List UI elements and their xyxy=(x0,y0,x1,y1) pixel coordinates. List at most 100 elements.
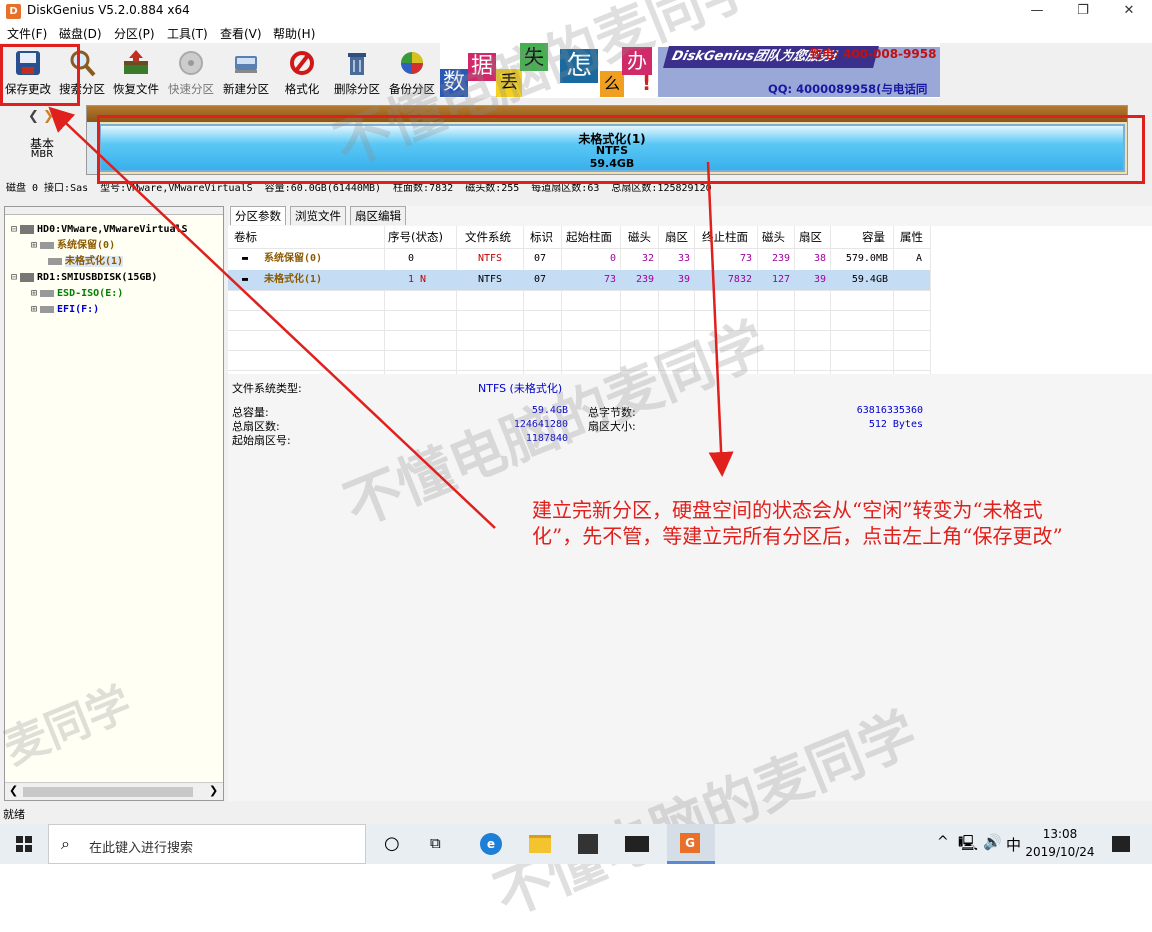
tree-item-hd0[interactable]: ⊟ HD0:VMware,VMwareVirtualS xyxy=(11,222,188,238)
format-label: 格式化 xyxy=(284,82,320,96)
delete-partition-button[interactable]: 删除分区 xyxy=(330,45,384,99)
tree-label: EFI(F:) xyxy=(57,304,100,315)
cell-start-head: 239 xyxy=(635,274,654,285)
format-button[interactable]: 格式化 xyxy=(275,45,329,99)
banner-char: 据 xyxy=(468,53,496,81)
tree-item-esd-iso[interactable]: ⊞ ESD-ISO(E:) xyxy=(31,286,123,302)
clock-time[interactable]: 13:08 xyxy=(1020,827,1100,841)
menu-view[interactable]: 查看(V) xyxy=(220,25,262,42)
cell-volume: 系统保留(0) xyxy=(264,253,323,264)
col-header[interactable]: 容量 xyxy=(862,229,885,245)
scroll-thumb[interactable] xyxy=(23,787,193,797)
cell-start-sector: 33 xyxy=(677,253,690,264)
delete-partition-label: 删除分区 xyxy=(334,82,380,96)
menu-tools[interactable]: 工具(T) xyxy=(167,25,208,42)
highlight-save-box xyxy=(0,44,80,106)
edge-icon[interactable]: e xyxy=(480,833,502,855)
col-header[interactable]: 扇区 xyxy=(799,229,822,245)
banner-char: 怎 xyxy=(560,49,598,83)
partition-icon: ▬ xyxy=(242,253,249,264)
backup-pie-icon xyxy=(401,52,423,74)
start-sector-label: 起始扇区号: xyxy=(232,434,291,447)
volume-icon[interactable]: 🔊 xyxy=(983,833,1002,851)
windows-logo-icon xyxy=(16,836,32,852)
app-logo-icon: D xyxy=(6,4,21,19)
cell-capacity: 59.4GB xyxy=(851,274,888,285)
recover-files-button[interactable]: 恢复文件 xyxy=(109,45,163,99)
cell-id: 07 xyxy=(534,274,547,285)
backup-partition-button[interactable]: 备份分区 xyxy=(385,45,439,99)
ime-indicator[interactable]: 中 xyxy=(1006,834,1021,855)
notification-center-icon[interactable] xyxy=(1112,836,1130,852)
col-header[interactable]: 终止柱面 xyxy=(702,229,748,245)
recover-box-icon xyxy=(124,50,148,74)
partition-table: 卷标 序号(状态) 文件系统 标识 起始柱面 磁头 扇区 终止柱面 磁头 扇区 … xyxy=(228,226,1152,374)
start-button[interactable] xyxy=(0,824,48,864)
banner-char: ! xyxy=(642,71,652,95)
tab-partition-params[interactable]: 分区参数 xyxy=(230,206,286,225)
horizontal-scrollbar[interactable]: ❮ ❯ xyxy=(5,782,223,800)
maximize-button[interactable]: ❐ xyxy=(1060,0,1106,23)
fs-type-label: 文件系统类型: xyxy=(232,382,302,395)
store-icon[interactable] xyxy=(578,834,598,854)
title-bar: D DiskGenius V5.2.0.884 x64 — ❐ ✕ xyxy=(0,0,1152,23)
new-partition-button[interactable]: 新建分区 xyxy=(219,45,273,99)
taskbar-search-box[interactable]: ⌕ 在此键入进行搜索 xyxy=(48,824,366,864)
quick-partition-icon xyxy=(179,51,203,75)
banner-char: 丢 xyxy=(496,69,522,97)
col-header[interactable]: 磁头 xyxy=(628,229,651,245)
col-header[interactable]: 标识 xyxy=(530,229,553,245)
total-bytes-value: 63816335360 xyxy=(856,405,923,416)
tree-item-rd1[interactable]: ⊟ RD1:SMIUSBDISK(15GB) xyxy=(11,270,157,286)
quick-partition-button[interactable]: 快速分区 xyxy=(164,45,218,99)
disk-type-mbr: MBR xyxy=(30,149,54,160)
col-header[interactable]: 属性 xyxy=(900,229,923,245)
scroll-left-icon[interactable]: ❮ xyxy=(9,784,18,797)
task-view-icon[interactable]: ⧉ xyxy=(430,834,441,852)
tree-item-unformatted[interactable]: 未格式化(1) xyxy=(45,254,124,270)
total-capacity-value: 59.4GB xyxy=(531,405,568,416)
disk-tree-pane: ⊟ HD0:VMware,VMwareVirtualS ⊞ 系统保留(0) 未格式化… xyxy=(4,206,224,801)
cortana-icon[interactable]: ○ xyxy=(384,833,400,854)
tab-sector-edit[interactable]: 扇区编辑 xyxy=(350,206,406,225)
col-header[interactable]: 文件系统 xyxy=(465,229,511,245)
sector-size-value: 512 Bytes xyxy=(868,419,923,430)
minimize-button[interactable]: — xyxy=(1014,0,1060,23)
scroll-right-icon[interactable]: ❯ xyxy=(209,784,218,797)
col-header[interactable]: 起始柱面 xyxy=(566,229,612,245)
mail-icon[interactable] xyxy=(625,836,649,852)
col-header[interactable]: 序号(状态) xyxy=(388,229,443,245)
promo-banner[interactable]: 数 据 丢 失 怎 么 办 ! DiskGenius团队为您服务! 致电: 40… xyxy=(440,43,940,98)
annotation-text: 建立完新分区，硬盘空间的状态会从“空闲”转变为“未格式化”，先不管，等建立完所有… xyxy=(532,498,1063,548)
menu-file[interactable]: 文件(F) xyxy=(7,25,47,42)
tab-browse-files[interactable]: 浏览文件 xyxy=(290,206,346,225)
clock-date[interactable]: 2019/10/24 xyxy=(1020,845,1100,859)
cell-start-head: 32 xyxy=(641,253,654,264)
close-button[interactable]: ✕ xyxy=(1106,0,1152,23)
cell-end-head: 239 xyxy=(771,253,790,264)
pane-splitter[interactable] xyxy=(5,207,223,215)
cell-end-sector: 38 xyxy=(813,253,826,264)
cell-end-sector: 39 xyxy=(813,274,826,285)
table-row[interactable]: ▬ 系统保留(0) 0 NTFS 07 0 32 33 73 239 38 57… xyxy=(228,249,930,269)
next-disk-arrow-icon[interactable]: ❯ xyxy=(43,109,54,124)
tree-label: 系统保留(0) xyxy=(57,240,116,251)
menu-partition[interactable]: 分区(P) xyxy=(114,25,155,42)
menu-help[interactable]: 帮助(H) xyxy=(273,25,315,42)
prev-disk-arrow-icon[interactable]: ❮ xyxy=(28,109,39,124)
banner-qq: QQ: 4000089958(与电话同号) xyxy=(768,82,928,96)
tree-item-efi[interactable]: ⊞ EFI(F:) xyxy=(31,302,99,318)
col-header[interactable]: 磁头 xyxy=(762,229,785,245)
banner-char: 失 xyxy=(520,43,548,71)
col-header[interactable]: 卷标 xyxy=(234,229,257,245)
network-icon[interactable]: 🖳 xyxy=(958,833,978,858)
file-explorer-icon[interactable] xyxy=(529,835,551,853)
tray-expand-icon[interactable]: ^ xyxy=(937,834,949,850)
menu-disk[interactable]: 磁盘(D) xyxy=(59,25,102,42)
taskbar-diskgenius[interactable]: G xyxy=(667,824,715,864)
col-header[interactable]: 扇区 xyxy=(665,229,688,245)
table-row-selected[interactable]: ▬ 未格式化(1) 1 N NTFS 07 73 239 39 7832 127… xyxy=(228,270,930,290)
hard-disk-icon xyxy=(20,224,35,234)
tree-label: HD0:VMware,VMwareVirtualS xyxy=(37,224,188,235)
tree-item-system-reserved[interactable]: ⊞ 系统保留(0) xyxy=(31,238,115,254)
